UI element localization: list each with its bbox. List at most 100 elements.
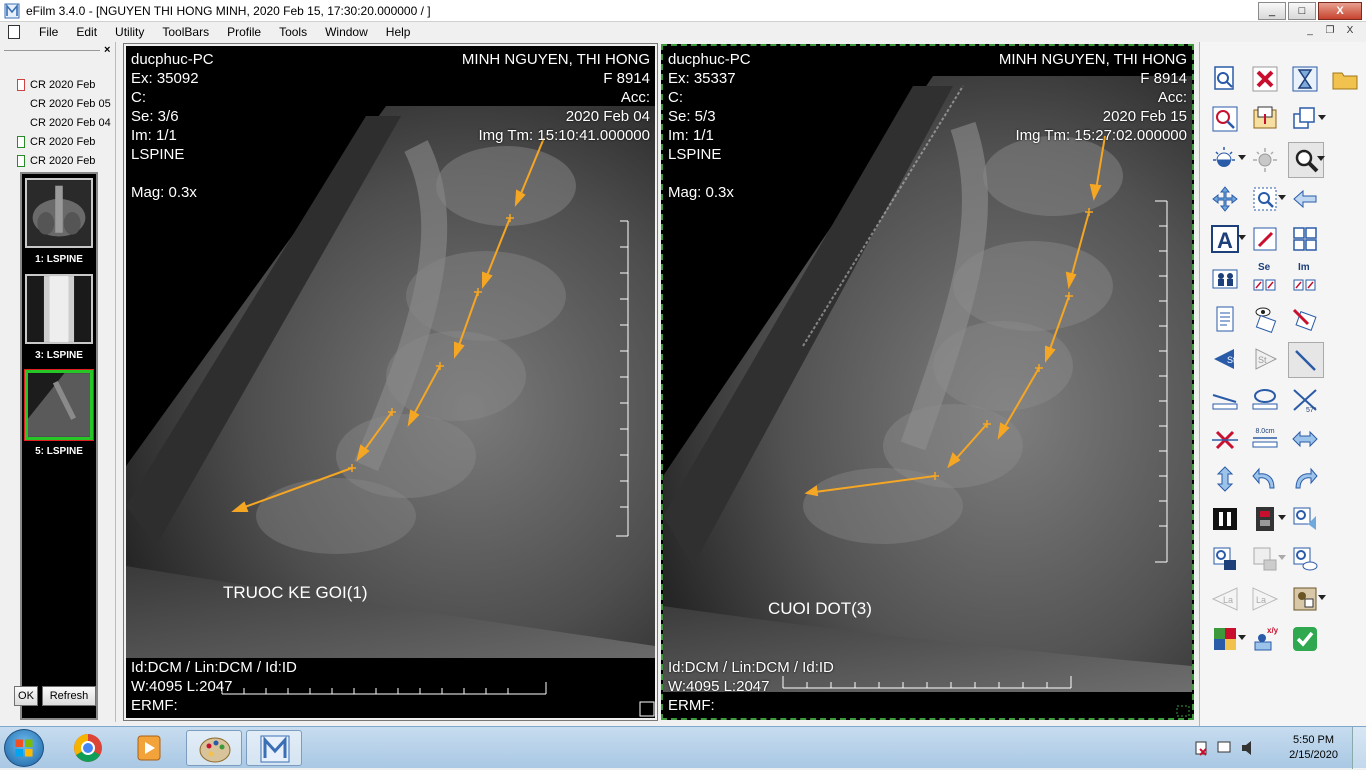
overlay-host: ducphuc-PC (131, 51, 214, 68)
show-desktop-button[interactable] (1352, 727, 1366, 769)
xray-image-2[interactable] (663, 46, 1192, 718)
xray-image-1[interactable] (126, 46, 655, 718)
overlay-lut: Id:DCM / Lin:DCM / Id:ID (131, 659, 297, 676)
coordinate-tool-icon[interactable]: x/y (1248, 622, 1284, 658)
viewport-2[interactable]: ducphuc-PC Ex: 35337 C: Se: 5/3 Im: 1/1 … (661, 44, 1194, 720)
confirm-check-icon[interactable] (1288, 622, 1324, 658)
ok-button[interactable]: OK (14, 686, 38, 706)
view-image-icon[interactable] (1288, 542, 1324, 578)
taskbar-chrome[interactable] (60, 730, 116, 766)
dropdown-arrow-icon[interactable] (1238, 235, 1246, 240)
thumbnail-series-5[interactable] (24, 369, 94, 441)
view-eye-icon[interactable] (1248, 302, 1284, 338)
delete-measurement-icon[interactable] (1208, 422, 1244, 458)
report-icon[interactable] (1208, 302, 1244, 338)
rotate-left-icon[interactable] (1248, 462, 1284, 498)
study-item[interactable]: CR 2020 Feb 04 (14, 114, 111, 133)
dropdown-arrow-icon[interactable] (1318, 595, 1326, 600)
open-study-icon[interactable] (1208, 62, 1244, 98)
menu-tools[interactable]: Tools (270, 24, 316, 40)
dropdown-arrow-icon[interactable] (1318, 115, 1326, 120)
hourglass-icon[interactable] (1288, 62, 1324, 98)
minimize-button[interactable]: _ (1258, 2, 1286, 20)
taskbar-efilm[interactable] (246, 730, 302, 766)
menu-window[interactable]: Window (316, 24, 377, 40)
study-label: CR 2020 Feb 04 (30, 117, 111, 129)
cascade-windows-icon[interactable] (1288, 102, 1326, 138)
menu-help[interactable]: Help (377, 24, 420, 40)
panel-close-icon[interactable]: × (104, 44, 110, 56)
study-item[interactable]: CR 2020 Feb (14, 133, 100, 152)
taskbar-paint[interactable] (186, 730, 242, 766)
previous-arrow-icon[interactable] (1288, 182, 1324, 218)
dropdown-arrow-icon[interactable] (1317, 156, 1325, 161)
overlay-c: C: (668, 89, 683, 106)
mdi-close-button[interactable]: X (1342, 24, 1358, 38)
thumbnail-series-1[interactable] (25, 178, 93, 248)
image-annotation-text[interactable]: TRUOC KE GOI(1) (223, 583, 368, 603)
menu-edit[interactable]: Edit (67, 24, 106, 40)
folder-icon[interactable] (1328, 62, 1364, 98)
refresh-button[interactable]: Refresh (42, 686, 96, 706)
study-label: CR 2020 Feb 05 (30, 98, 111, 110)
save-image-icon[interactable] (1208, 542, 1244, 578)
zoom-icon[interactable] (1248, 182, 1286, 218)
menu-toolbars[interactable]: ToolBars (153, 24, 218, 40)
brightness-icon[interactable] (1248, 142, 1284, 178)
user-search-icon[interactable] (1208, 102, 1244, 138)
menu-profile[interactable]: Profile (218, 24, 270, 40)
thumbnail-series-3[interactable] (25, 274, 93, 344)
line-tool-icon[interactable] (1288, 342, 1324, 378)
mdi-minimize-button[interactable]: _ (1302, 24, 1318, 38)
study-item[interactable]: CR 2020 Feb (14, 76, 100, 95)
angle-measure-icon[interactable]: 57° (1288, 382, 1324, 418)
system-clock[interactable]: 5:50 PM 2/15/2020 (1289, 733, 1338, 763)
image-link-icon[interactable]: Im (1288, 262, 1324, 298)
stack-previous-icon[interactable]: St (1208, 342, 1244, 378)
import-icon[interactable] (1248, 102, 1284, 138)
export-image-icon[interactable] (1288, 502, 1324, 538)
media-player-icon (137, 735, 161, 761)
study-item[interactable]: CR 2020 Feb 05 (14, 95, 111, 114)
study-item[interactable]: CR 2020 Feb (14, 152, 100, 171)
label-left-text: La (1223, 595, 1233, 605)
magnify-icon[interactable] (1288, 142, 1325, 178)
calibrate-icon[interactable]: 8.0cm (1248, 422, 1284, 458)
windows-logo-icon (15, 739, 33, 757)
document-icon[interactable] (8, 25, 20, 39)
menu-utility[interactable]: Utility (106, 24, 153, 40)
window-level-icon[interactable] (1208, 142, 1246, 178)
ellipse-roi-icon[interactable] (1248, 382, 1284, 418)
viewport-1[interactable]: ducphuc-PC Ex: 35092 C: Se: 3/6 Im: 1/1 … (123, 43, 658, 721)
tray-icons[interactable] (1190, 727, 1260, 769)
print-mark-icon[interactable] (1288, 302, 1324, 338)
dropdown-arrow-icon[interactable] (1238, 155, 1246, 160)
ruler-icon[interactable] (1208, 382, 1244, 418)
layout-grid-icon[interactable] (1288, 222, 1324, 258)
dropdown-arrow-icon[interactable] (1238, 635, 1246, 640)
flip-horizontal-icon[interactable] (1288, 422, 1324, 458)
delete-icon[interactable] (1248, 62, 1284, 98)
text-annotation-icon[interactable]: A (1208, 222, 1246, 258)
close-button[interactable]: X (1318, 2, 1362, 20)
hanging-protocol-icon[interactable] (1288, 582, 1326, 618)
dropdown-arrow-icon[interactable] (1278, 515, 1286, 520)
cine-pause-icon[interactable] (1208, 502, 1244, 538)
taskbar-media-player[interactable] (122, 730, 178, 766)
flip-vertical-icon[interactable] (1208, 462, 1244, 498)
patient-link-icon[interactable] (1208, 262, 1244, 298)
maximize-button[interactable]: □ (1288, 2, 1316, 20)
start-button[interactable] (4, 729, 44, 767)
image-annotation-text[interactable]: CUOI DOT(3) (768, 599, 872, 619)
series-link-icon[interactable]: Se (1248, 262, 1284, 298)
mdi-restore-button[interactable]: ❐ (1322, 24, 1338, 38)
rotate-right-icon[interactable] (1288, 462, 1324, 498)
dropdown-arrow-icon[interactable] (1278, 195, 1286, 200)
stack-next-icon[interactable]: St (1248, 342, 1284, 378)
menu-file[interactable]: File (30, 24, 67, 40)
edit-annotation-icon[interactable] (1248, 222, 1284, 258)
cine-film-icon[interactable] (1248, 502, 1286, 538)
study-label: CR 2020 Feb (30, 155, 96, 167)
pan-icon[interactable] (1208, 182, 1244, 218)
plugin-puzzle-icon[interactable] (1208, 622, 1246, 658)
